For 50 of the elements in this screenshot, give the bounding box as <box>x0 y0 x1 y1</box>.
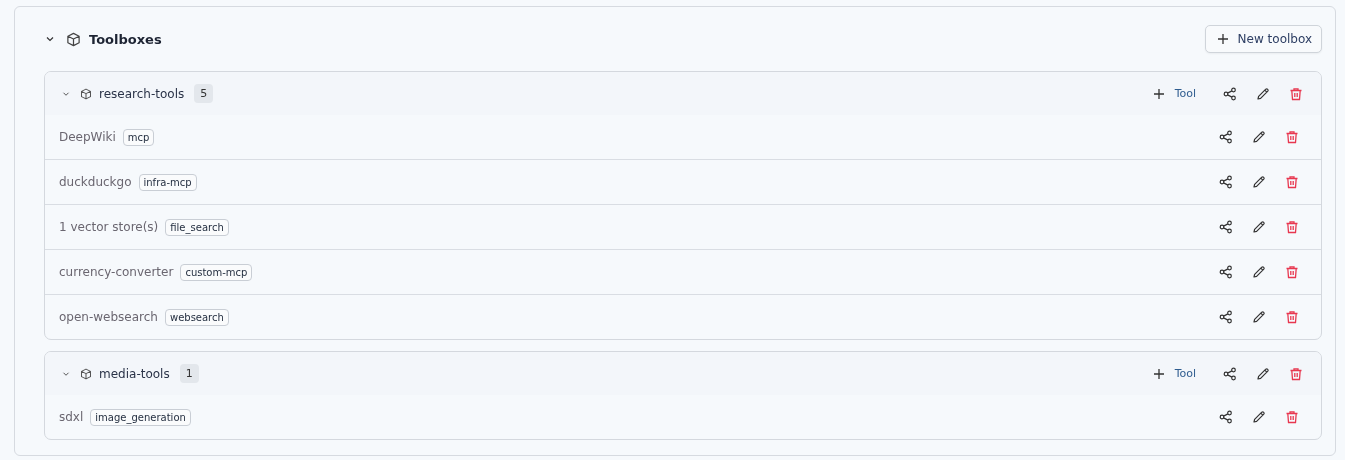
tool-name: duckduckgo <box>59 175 132 189</box>
toolbox-name: media-tools <box>99 366 170 381</box>
count-badge: 5 <box>194 84 214 103</box>
tool-name: DeepWiki <box>59 130 116 144</box>
trash-icon[interactable] <box>1285 220 1299 234</box>
tool-tag: websearch <box>164 308 229 326</box>
tool-tag: file_search <box>165 218 229 236</box>
tool-tag: infra-mcp <box>138 173 197 191</box>
tool-name: currency-converter <box>59 265 174 279</box>
tool-name: 1 vector store(s) <box>59 220 159 234</box>
share-icon[interactable] <box>1219 220 1233 234</box>
trash-icon[interactable] <box>1285 410 1299 424</box>
plus-icon <box>1152 87 1165 100</box>
tool-tag: image_generation <box>90 408 191 426</box>
tool-tag: mcp <box>122 128 155 146</box>
new-toolbox-button[interactable]: New toolbox <box>1204 25 1322 53</box>
trash-icon[interactable] <box>1285 265 1299 279</box>
tool-name: sdxl <box>59 410 84 424</box>
trash-icon[interactable] <box>1285 310 1299 324</box>
pencil-icon[interactable] <box>1256 366 1270 381</box>
box-icon <box>80 367 92 380</box>
trash-icon[interactable] <box>1289 86 1303 101</box>
share-icon[interactable] <box>1219 175 1233 189</box>
count-badge: 1 <box>179 364 199 383</box>
box-icon <box>66 31 81 47</box>
trash-icon[interactable] <box>1289 366 1303 381</box>
box-icon <box>80 87 92 100</box>
pencil-icon[interactable] <box>1252 130 1266 144</box>
pencil-icon[interactable] <box>1252 220 1266 234</box>
share-icon[interactable] <box>1219 265 1233 279</box>
toolbox-name: research-tools <box>99 86 185 101</box>
share-icon[interactable] <box>1223 86 1237 101</box>
trash-icon[interactable] <box>1285 175 1299 189</box>
trash-icon[interactable] <box>1285 130 1299 144</box>
share-icon[interactable] <box>1219 130 1233 144</box>
pencil-icon[interactable] <box>1252 410 1266 424</box>
share-icon[interactable] <box>1219 310 1233 324</box>
add-tool-button[interactable]: Tool <box>1152 87 1196 100</box>
tool-tag: custom-mcp <box>180 263 253 281</box>
pencil-icon[interactable] <box>1252 175 1266 189</box>
plus-icon <box>1152 367 1165 380</box>
pencil-icon[interactable] <box>1252 310 1266 324</box>
share-icon[interactable] <box>1223 366 1237 381</box>
section-title: Toolboxes <box>89 31 163 47</box>
share-icon[interactable] <box>1219 410 1233 424</box>
add-tool-button[interactable]: Tool <box>1152 367 1196 380</box>
plus-icon <box>1216 33 1229 45</box>
pencil-icon[interactable] <box>1256 86 1270 101</box>
tool-name: open-websearch <box>59 310 158 324</box>
pencil-icon[interactable] <box>1252 265 1266 279</box>
